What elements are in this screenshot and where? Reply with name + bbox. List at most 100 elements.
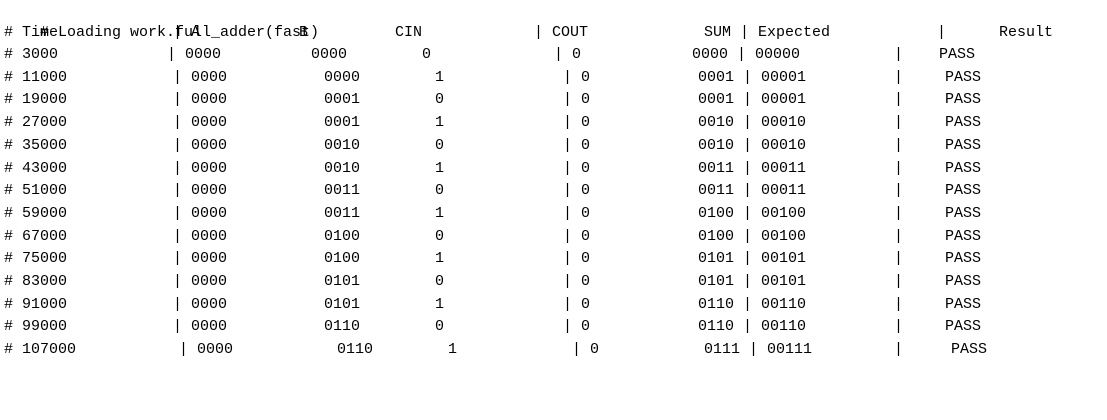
cell-bar: | bbox=[894, 227, 904, 245]
cell-time: # 51000 bbox=[4, 182, 68, 200]
cell-a: | 0000 bbox=[173, 204, 228, 222]
header-b: B bbox=[299, 24, 309, 41]
cell-cout: | 0 bbox=[563, 273, 591, 290]
cell-a: | 0000 bbox=[173, 250, 228, 268]
cell-sum: 0010 | 00010 bbox=[698, 136, 807, 154]
cell-result: PASS bbox=[945, 136, 982, 154]
cell-bar: | bbox=[894, 204, 904, 222]
table-header: # Time | A B CIN | COUT SUM | Expected |… bbox=[4, 22, 1053, 44]
cell-time: # 91000 bbox=[4, 295, 68, 313]
cell-time: # 67000 bbox=[4, 227, 68, 245]
cell-cin: 1 bbox=[448, 341, 458, 359]
cell-b: 0000 bbox=[311, 46, 348, 63]
cell-sum: 0001 | 00001 bbox=[698, 68, 807, 86]
cell-result: PASS bbox=[945, 250, 982, 268]
cell-b: 0010 bbox=[324, 159, 361, 177]
cell-bar: | bbox=[894, 91, 904, 109]
cell-time: # 19000 bbox=[4, 91, 68, 109]
cell-bar: | bbox=[894, 341, 904, 359]
cell-bar: | bbox=[894, 295, 904, 313]
cell-result: PASS bbox=[945, 159, 982, 177]
cell-b: 0010 bbox=[324, 136, 361, 154]
cell-cout: | 0 bbox=[563, 114, 591, 132]
cell-b: 0001 bbox=[324, 114, 361, 132]
cell-b: 0000 bbox=[324, 68, 361, 86]
cell-sum: 0010 | 00010 bbox=[698, 114, 807, 132]
cell-a: | 0000 bbox=[167, 46, 222, 63]
cell-time: # 75000 bbox=[4, 250, 68, 268]
cell-b: 0011 bbox=[324, 182, 361, 200]
cell-cin: 0 bbox=[435, 136, 445, 154]
cell-time: # 27000 bbox=[4, 114, 68, 132]
cell-a: | 0000 bbox=[173, 318, 228, 336]
cell-a: | 0000 bbox=[173, 295, 228, 313]
cell-cin: 1 bbox=[435, 114, 445, 132]
cell-a: | 0000 bbox=[173, 114, 228, 132]
cell-result: PASS bbox=[945, 182, 982, 200]
cell-cout: | 0 bbox=[563, 91, 591, 109]
cell-sum: 0101 | 00101 bbox=[698, 273, 807, 290]
cell-a: | 0000 bbox=[173, 273, 228, 290]
cell-cin: 1 bbox=[435, 250, 445, 268]
cell-bar: | bbox=[894, 182, 904, 200]
cell-cout: | 0 bbox=[563, 227, 591, 245]
cell-result: PASS bbox=[945, 227, 982, 245]
loading-line: # Loading work.full_adder(fast) bbox=[4, 0, 319, 41]
header-time: # Time bbox=[4, 24, 59, 41]
cell-bar: | bbox=[894, 114, 904, 132]
cell-cout: | 0 bbox=[563, 204, 591, 222]
cell-cin: 0 bbox=[435, 273, 445, 290]
cell-b: 0110 bbox=[337, 341, 374, 359]
cell-time: # 99000 bbox=[4, 318, 68, 336]
cell-result: PASS bbox=[945, 204, 982, 222]
cell-b: 0110 bbox=[324, 318, 361, 336]
cell-sum: 0110 | 00110 bbox=[698, 295, 807, 313]
cell-result: PASS bbox=[945, 295, 982, 313]
cell-a: | 0000 bbox=[179, 341, 234, 359]
cell-sum: 0100 | 00100 bbox=[698, 227, 807, 245]
cell-sum: 0100 | 00100 bbox=[698, 204, 807, 222]
cell-time: # 35000 bbox=[4, 136, 68, 154]
cell-time: # 11000 bbox=[4, 68, 68, 86]
cell-a: | 0000 bbox=[173, 68, 228, 86]
cell-cin: 0 bbox=[422, 46, 432, 63]
cell-a: | 0000 bbox=[173, 91, 228, 109]
cell-sum: 0111 | 00111 bbox=[704, 341, 813, 359]
cell-sum: 0000 | 00000 bbox=[692, 46, 801, 63]
cell-time: # 83000 bbox=[4, 273, 68, 290]
header-bar: | bbox=[937, 24, 947, 41]
cell-cout: | 0 bbox=[572, 341, 600, 359]
cell-cin: 0 bbox=[435, 182, 445, 200]
cell-cin: 0 bbox=[435, 227, 445, 245]
cell-sum: 0011 | 00011 bbox=[698, 159, 807, 177]
cell-cin: 1 bbox=[435, 159, 445, 177]
cell-cin: 1 bbox=[435, 68, 445, 86]
cell-cout: | 0 bbox=[563, 136, 591, 154]
cell-bar: | bbox=[894, 159, 904, 177]
cell-cout: | 0 bbox=[554, 46, 582, 63]
simulation-transcript: # Loading work.full_adder(fast) # Time |… bbox=[0, 0, 1107, 420]
cell-a: | 0000 bbox=[173, 136, 228, 154]
cell-time: # 3000 bbox=[4, 46, 59, 63]
cell-time: # 107000 bbox=[4, 341, 77, 359]
cell-result: PASS bbox=[939, 46, 976, 63]
cell-sum: 0011 | 00011 bbox=[698, 182, 807, 200]
cell-a: | 0000 bbox=[173, 227, 228, 245]
cell-result: PASS bbox=[945, 68, 982, 86]
cell-b: 0011 bbox=[324, 204, 361, 222]
cell-cout: | 0 bbox=[563, 318, 591, 336]
cell-b: 0100 bbox=[324, 227, 361, 245]
cell-bar: | bbox=[894, 46, 904, 63]
header-a: | A bbox=[173, 24, 201, 41]
cell-time: # 59000 bbox=[4, 204, 68, 222]
cell-bar: | bbox=[894, 68, 904, 86]
cell-result: PASS bbox=[945, 91, 982, 109]
cell-sum: 0110 | 00110 bbox=[698, 318, 807, 336]
cell-result: PASS bbox=[945, 114, 982, 132]
cell-cout: | 0 bbox=[563, 182, 591, 200]
cell-result: PASS bbox=[945, 273, 982, 290]
cell-result: PASS bbox=[951, 341, 988, 359]
cell-cout: | 0 bbox=[563, 295, 591, 313]
cell-cout: | 0 bbox=[563, 159, 591, 177]
cell-b: 0101 bbox=[324, 295, 361, 313]
